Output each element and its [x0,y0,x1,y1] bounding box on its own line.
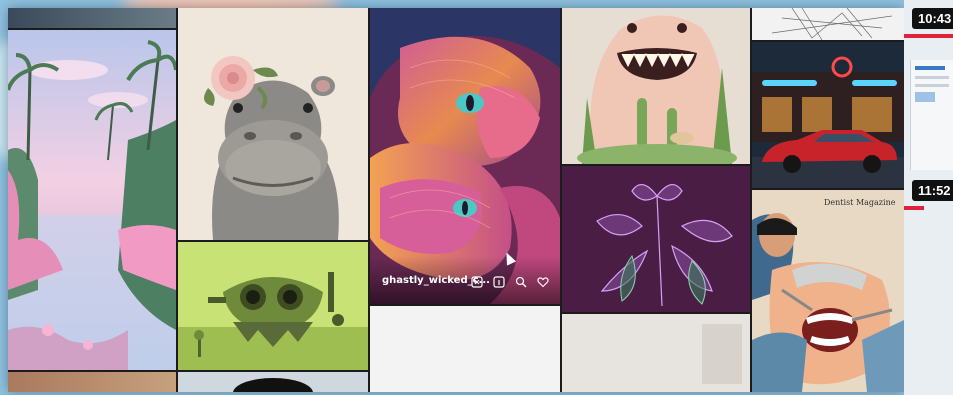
gallery-image-white-blank[interactable] [370,306,560,392]
gallery-image-neon-flower[interactable] [562,166,750,312]
neon-flower-illustration [562,166,750,312]
image-gallery: ghastly_wicked_c... Dentist Magazine [8,8,904,392]
gallery-image-colorful-snakes[interactable]: ghastly_wicked_c... [370,8,560,304]
pin-icon[interactable] [470,275,484,289]
hippo-illustration [178,8,368,240]
magazine-title: Dentist Magazine [824,198,896,207]
gallery-image-pink-lagoon[interactable] [8,30,176,370]
side-video-thumbnail[interactable] [910,60,953,170]
dentist-illustration [752,213,904,392]
gallery-image-top-strip[interactable] [8,8,176,28]
video-timestamp[interactable]: 11:52 [912,180,953,201]
red-car-illustration [752,42,904,188]
gallery-image-white-room[interactable] [562,314,750,392]
gallery-image-red-car-night[interactable] [752,42,904,188]
gallery-image-bottom-dark[interactable] [178,372,368,392]
gallery-image-floating-frog-ship[interactable] [178,242,368,370]
monster-illustration [562,8,750,164]
gallery-image-bottom-left[interactable] [8,372,176,392]
sketch-illustration [771,8,893,40]
frog-ship-illustration [178,242,368,370]
pink-lagoon-illustration [8,30,176,370]
info-icon[interactable] [492,275,506,289]
gallery-image-sketch-top[interactable] [752,8,904,40]
gallery-image-toothy-monster[interactable] [562,8,750,164]
gallery-image-dentist-magazine[interactable]: Dentist Magazine [752,190,904,392]
video-timestamp[interactable]: 10:43 [912,8,953,29]
video-progress-bar [904,34,953,38]
image-actions [470,275,550,289]
search-icon[interactable] [514,275,528,289]
video-progress-bar [904,206,924,210]
heart-icon[interactable] [536,275,550,289]
gallery-image-hippo-flower[interactable] [178,8,368,240]
